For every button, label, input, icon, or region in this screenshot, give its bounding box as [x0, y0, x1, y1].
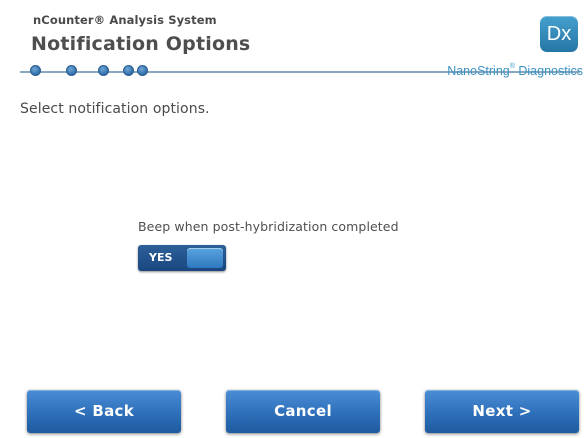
- next-button[interactable]: Next >: [425, 390, 579, 433]
- back-button[interactable]: < Back: [27, 390, 181, 433]
- progress-step-4: [123, 65, 134, 76]
- brand-suffix: Diagnostics: [514, 64, 583, 78]
- instruction-text: Select notification options.: [20, 101, 210, 117]
- brand-name: NanoString® Diagnostics: [447, 63, 583, 78]
- toggle-state-label: YES: [149, 251, 173, 264]
- dx-logo: Dx: [540, 16, 578, 52]
- notification-options-screen: nCounter® Analysis System Notification O…: [0, 0, 585, 438]
- progress-step-5: [137, 65, 148, 76]
- page-title: Notification Options: [31, 33, 251, 55]
- brand-name-text: NanoString: [447, 64, 510, 78]
- system-name: nCounter® Analysis System: [33, 13, 217, 27]
- cancel-button[interactable]: Cancel: [226, 390, 380, 433]
- brand-registered-mark: ®: [509, 63, 515, 70]
- beep-toggle[interactable]: YES: [138, 245, 226, 271]
- beep-option-label: Beep when post-hybridization completed: [138, 219, 399, 234]
- progress-step-1: [30, 65, 41, 76]
- toggle-knob[interactable]: [187, 248, 223, 268]
- header: nCounter® Analysis System Notification O…: [0, 0, 585, 86]
- progress-step-2: [66, 65, 77, 76]
- progress-step-3: [98, 65, 109, 76]
